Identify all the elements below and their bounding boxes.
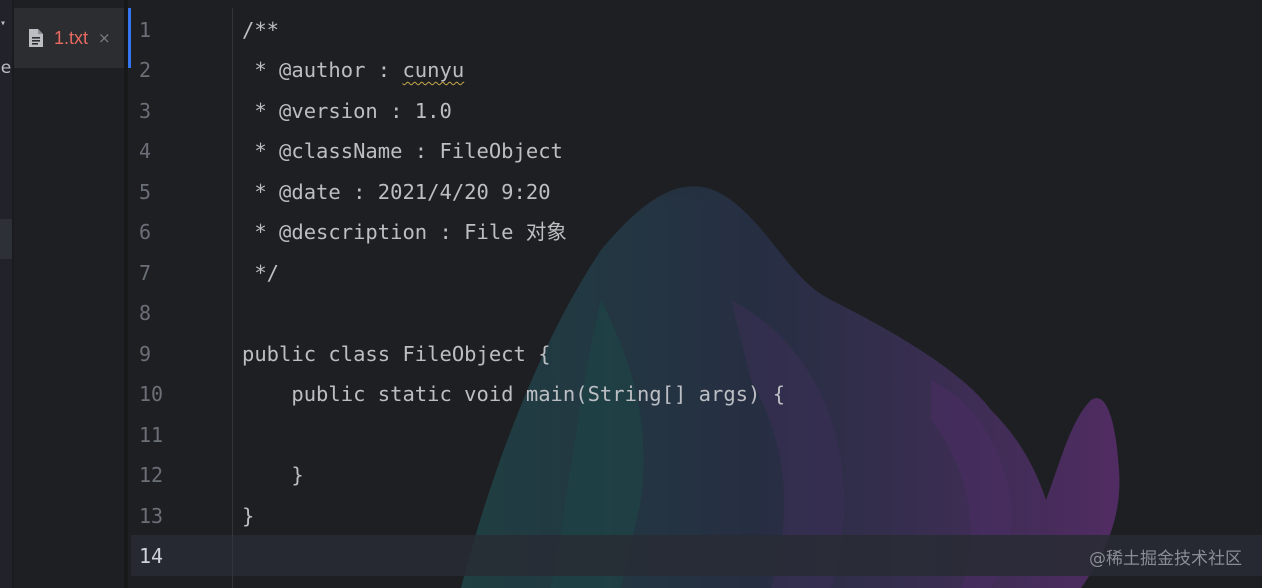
code-text: public static void main(String[] args) { [242, 382, 786, 406]
tab-1-txt[interactable]: 1.txt × [14, 8, 128, 68]
line-number: 8 [139, 301, 152, 325]
code-text: * @version : 1.0 [242, 99, 452, 123]
line-number-current: 14 [139, 544, 164, 568]
code-line[interactable]: * @description : File 对象 [242, 212, 567, 252]
code-text: } [242, 504, 255, 528]
code-editor[interactable]: 1 2 3 4 5 6 7 8 9 10 11 12 13 14 /** * @… [131, 0, 1262, 588]
code-text: */ [242, 261, 280, 285]
code-text: * @author : [242, 58, 403, 82]
line-number: 10 [139, 382, 164, 406]
code-line[interactable]: * @date : 2021/4/20 9:20 [242, 172, 551, 212]
line-number: 12 [139, 463, 164, 487]
code-line[interactable]: } [242, 496, 254, 536]
line-number: 7 [139, 261, 152, 285]
code-text: * @date : 2021/4/20 9:20 [242, 180, 551, 204]
code-line[interactable]: * @version : 1.0 [242, 91, 452, 131]
close-icon[interactable]: × [98, 29, 111, 47]
line-number: 11 [139, 423, 164, 447]
line-number: 6 [139, 220, 152, 244]
project-panel-edge: ▾ le [0, 0, 12, 588]
line-number: 2 [139, 58, 152, 82]
gutter-separator [232, 8, 233, 588]
tab-label: 1.txt [54, 27, 89, 48]
code-line[interactable]: public static void main(String[] args) { [242, 374, 785, 414]
code-text: public class FileObject { [242, 342, 551, 366]
line-number: 5 [139, 180, 152, 204]
line-number: 4 [139, 139, 152, 163]
line-number: 9 [139, 342, 152, 366]
code-text: * @description : File 对象 [242, 220, 567, 244]
line-number-gutter[interactable]: 1 2 3 4 5 6 7 8 9 10 11 12 13 14 [131, 0, 231, 588]
code-text: * @className : FileObject [242, 139, 563, 163]
code-line[interactable]: } [242, 455, 304, 495]
code-line[interactable]: * @author : cunyu [242, 50, 464, 90]
code-line[interactable]: public class FileObject { [242, 334, 551, 374]
line-number: 13 [139, 504, 164, 528]
code-text: /** [242, 18, 280, 42]
project-panel-selected-row[interactable] [0, 219, 12, 259]
collapse-arrow-icon[interactable]: ▾ [0, 18, 6, 29]
text-file-icon [28, 28, 44, 48]
code-line[interactable]: /** [242, 10, 279, 50]
watermark: @稀土掘金技术社区 [1089, 549, 1242, 569]
typo-warning-word[interactable]: cunyu [402, 58, 464, 82]
editor-tab-bar: 1.txt × [14, 0, 128, 588]
code-text: } [242, 463, 304, 487]
line-number: 1 [139, 18, 152, 42]
project-panel-fragment-label: le [0, 58, 12, 78]
code-line[interactable]: * @className : FileObject [242, 131, 563, 171]
code-line[interactable]: */ [242, 253, 279, 293]
tab-divider [124, 0, 128, 588]
line-number: 3 [139, 99, 152, 123]
